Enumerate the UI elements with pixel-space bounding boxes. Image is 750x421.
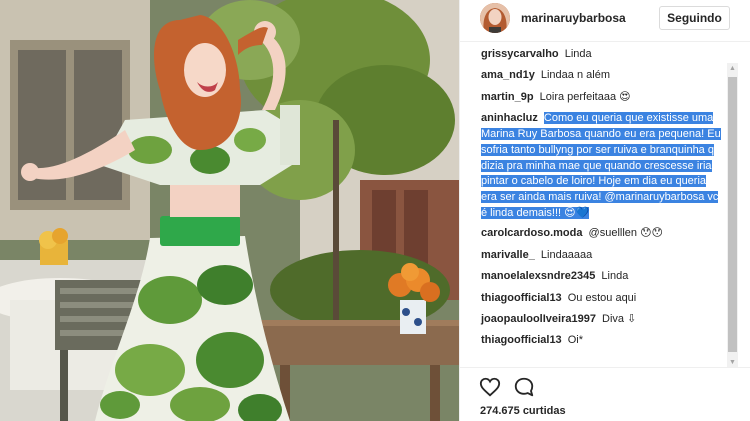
comments-section: grissycarvalho Linda ama_nd1y Lindaa n a…: [460, 43, 750, 367]
post-actions: 274.675 curtidas: [460, 367, 750, 421]
comment-username[interactable]: grissycarvalho: [481, 48, 559, 60]
comment-list: grissycarvalho Linda ama_nd1y Lindaa n a…: [481, 47, 724, 355]
scrollbar-thumb[interactable]: [728, 77, 737, 352]
selected-comment-text: Como eu queria que existisse uma Marina …: [481, 112, 721, 219]
post-photo[interactable]: [0, 0, 459, 421]
post-sidebar: marinaruybarbosa Seguindo grissycarvalho…: [459, 0, 750, 421]
instagram-post: marinaruybarbosa Seguindo grissycarvalho…: [0, 0, 750, 421]
comment-username[interactable]: thiagoofficial13: [481, 292, 562, 304]
comment-item: joaopauloolIveira1997 Diva ⇩: [481, 312, 724, 328]
comment-item: manoelalexsndre2345 Linda: [481, 269, 724, 285]
comment-username[interactable]: manoelalexsndre2345: [481, 270, 595, 282]
comment-text: Loira perfeitaaa 😍: [539, 90, 631, 103]
following-button[interactable]: Seguindo: [659, 6, 730, 30]
comment-text: Ou estou aqui: [567, 291, 637, 304]
comments-scrollbar[interactable]: ▲ ▼: [727, 63, 738, 367]
scroll-up-arrow-icon[interactable]: ▲: [727, 63, 738, 74]
comment-username[interactable]: thiagoofficial13: [481, 334, 562, 346]
comment-item-highlighted: aninhacluz Como eu queria que existisse …: [481, 111, 724, 222]
comment-text: Diva ⇩: [602, 312, 637, 325]
comment-text: @suelllen 😯😯: [588, 227, 664, 240]
scroll-down-arrow-icon[interactable]: ▼: [727, 357, 738, 367]
comment-item: thiagoofficial13 Ou estou aqui: [481, 291, 724, 307]
comment-username[interactable]: carolcardoso.moda: [481, 227, 582, 239]
comment-text: Oi*: [567, 334, 584, 347]
comment-item: martin_9p Loira perfeitaaa 😍: [481, 90, 724, 106]
avatar[interactable]: [480, 3, 510, 33]
comment-text: Linda: [564, 48, 592, 60]
author-username[interactable]: marinaruybarbosa: [521, 11, 626, 25]
comment-username[interactable]: aninhacluz: [481, 112, 538, 124]
comment-text: Linda: [601, 270, 629, 283]
heart-icon[interactable]: [479, 376, 501, 398]
comment-item: marivalle_ Lindaaaaa: [481, 248, 724, 264]
comment-item: carolcardoso.moda @suelllen 😯😯: [481, 226, 724, 242]
comment-item: grissycarvalho Linda: [481, 47, 724, 63]
comment-username[interactable]: martin_9p: [481, 91, 534, 103]
comment-username[interactable]: joaopauloolIveira1997: [481, 313, 596, 325]
comment-text: Lindaa n além: [540, 69, 610, 82]
avatar-image: [480, 3, 510, 33]
comment-text: Lindaaaaa: [540, 248, 593, 261]
photo-illustration: [0, 0, 459, 421]
comment-username[interactable]: marivalle_: [481, 249, 535, 261]
comment-bubble-icon[interactable]: [513, 376, 535, 398]
comment-username[interactable]: ama_nd1y: [481, 69, 535, 81]
post-header: marinaruybarbosa Seguindo: [460, 0, 750, 42]
like-count[interactable]: 274.675 curtidas: [480, 405, 566, 417]
comment-item: ama_nd1y Lindaa n além: [481, 68, 724, 84]
comment-item: thiagoofficial13 Oi*: [481, 333, 724, 349]
